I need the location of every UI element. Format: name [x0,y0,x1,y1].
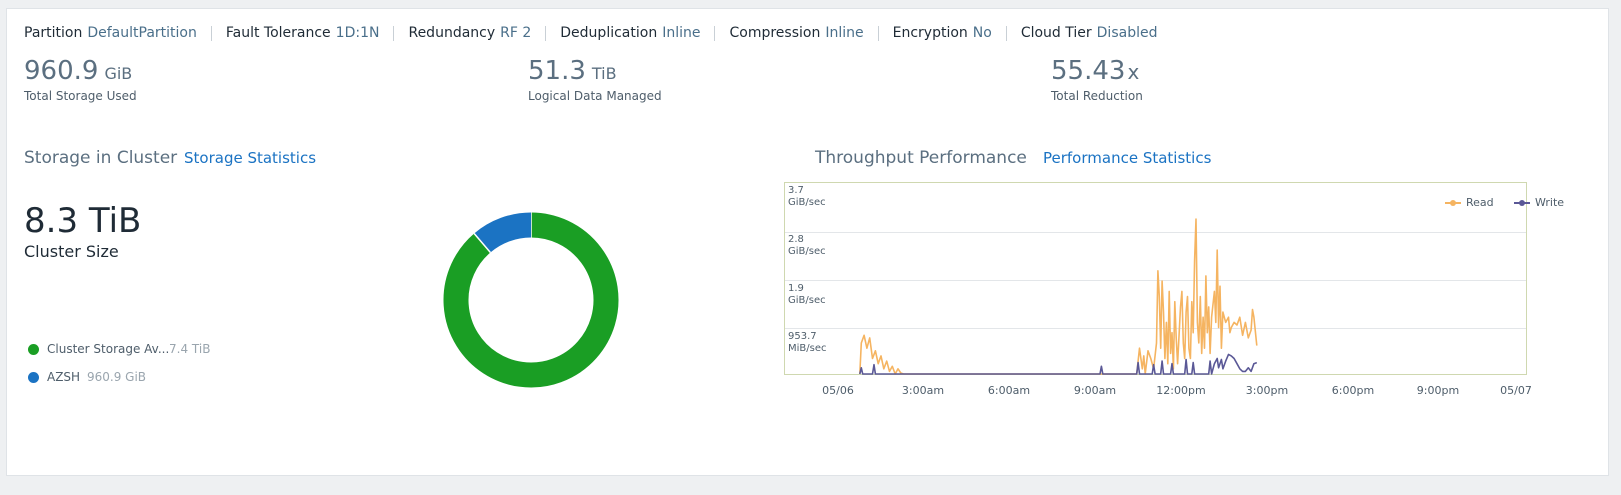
property-value: 1D:1N [335,25,380,41]
series-line-read[interactable] [859,218,1258,375]
read-series-marker-icon [1445,198,1461,208]
storage-section-title: Storage in Cluster [24,148,178,168]
property-partition: Partition DefaultPartition [24,25,197,41]
legend-item-value: 960.9 GiB [87,370,147,384]
legend-dot-icon [28,343,39,355]
storage-donut-chart[interactable] [430,199,632,401]
legend-item-cluster-storage-available[interactable]: Cluster Storage Av... 7.4 TiB [28,342,210,356]
chart-legend-label: Read [1466,196,1494,209]
metric-value: 51.3 [528,56,586,86]
property-encryption: Encryption No [893,25,992,41]
property-redundancy: Redundancy RF 2 [408,25,531,41]
property-divider [714,25,716,41]
property-cloud-tier: Cloud Tier Disabled [1021,25,1158,41]
performance-statistics-link[interactable]: Performance Statistics [1043,149,1211,167]
legend-item-label: AZSH [47,370,81,384]
throughput-plot-area [785,218,1526,375]
cluster-size-block: 8.3 TiB Cluster Size [24,202,141,261]
metric-value: 55.43 [1051,56,1126,86]
property-divider [877,25,879,41]
property-key: Partition [24,25,83,41]
property-fault-tolerance: Fault Tolerance 1D:1N [226,25,380,41]
donut-slice-azsh[interactable] [474,212,532,253]
property-value: No [972,25,992,41]
cluster-size-label: Cluster Size [24,242,119,261]
property-value: RF 2 [500,25,532,41]
x-tick-label: 12:00pm [1156,384,1206,397]
x-tick-label: 05/07 [1500,384,1532,397]
metric-unit: TiB [591,64,617,83]
property-key: Redundancy [408,25,496,41]
metric-label: Logical Data Managed [528,89,662,103]
throughput-chart[interactable]: 3.7 GiB/sec 2.8 GiB/sec 1.9 GiB/sec 953.7 Mi… [784,182,1527,375]
metric-unit: x [1127,60,1140,84]
x-tick-label: 6:00am [987,384,1031,397]
cluster-properties: Partition DefaultPartition Fault Tolerance… [24,24,1157,42]
y-tick-label: 2.8 GiB/sec [788,234,826,257]
x-tick-label: 3:00am [901,384,945,397]
metric-label: Total Storage Used [24,89,137,103]
write-series-marker-icon [1514,198,1530,208]
cluster-size-value: 8.3 TiB [24,201,142,241]
y-tick-label: 953.7 MiB/sec [788,331,827,354]
metric-unit: GiB [104,64,133,83]
chart-legend-label: Write [1535,196,1565,209]
x-tick-label: 9:00pm [1416,384,1460,397]
series-line-write[interactable] [859,353,1258,375]
property-divider [210,25,212,41]
x-tick-label: 6:00pm [1331,384,1375,397]
metric-label: Total Reduction [1051,89,1143,103]
property-value: Inline [825,25,864,41]
chart-legend-read[interactable]: Read [1445,196,1494,209]
property-divider [393,25,395,41]
property-key: Encryption [892,25,968,41]
property-key: Deduplication [560,25,658,41]
legend-item-label: Cluster Storage Av... [47,342,169,356]
legend-item-value: 7.4 TiB [169,342,211,356]
metric-value: 960.9 [24,56,99,86]
property-divider [1005,25,1007,41]
metric-total-storage-used: 960.9 GiB Total Storage Used [24,56,137,103]
x-tick-label: 3:00pm [1245,384,1289,397]
property-value: Inline [662,25,701,41]
property-value: DefaultPartition [87,25,197,41]
property-key: Compression [729,25,821,41]
property-deduplication: Deduplication Inline [560,25,700,41]
donut-slice-cluster-storage-available[interactable] [443,212,619,388]
y-tick-label: 1.9 GiB/sec [788,283,826,306]
throughput-section-title: Throughput Performance [815,148,1027,168]
property-value: Disabled [1096,25,1158,41]
chart-legend-write[interactable]: Write [1514,196,1564,209]
legend-dot-icon [28,371,39,383]
property-compression: Compression Inline [729,25,863,41]
property-key: Fault Tolerance [225,25,331,41]
property-key: Cloud Tier [1020,25,1092,41]
x-tick-label: 05/06 [822,384,854,397]
storage-statistics-link[interactable]: Storage Statistics [184,149,316,167]
metric-logical-data-managed: 51.3 TiB Logical Data Managed [528,56,662,103]
legend-item-azsh[interactable]: AZSH 960.9 GiB [28,370,146,384]
x-tick-label: 9:00am [1073,384,1117,397]
y-tick-label: 3.7 GiB/sec [788,185,826,208]
metric-total-reduction: 55.43 x Total Reduction [1051,56,1143,103]
property-divider [545,25,547,41]
